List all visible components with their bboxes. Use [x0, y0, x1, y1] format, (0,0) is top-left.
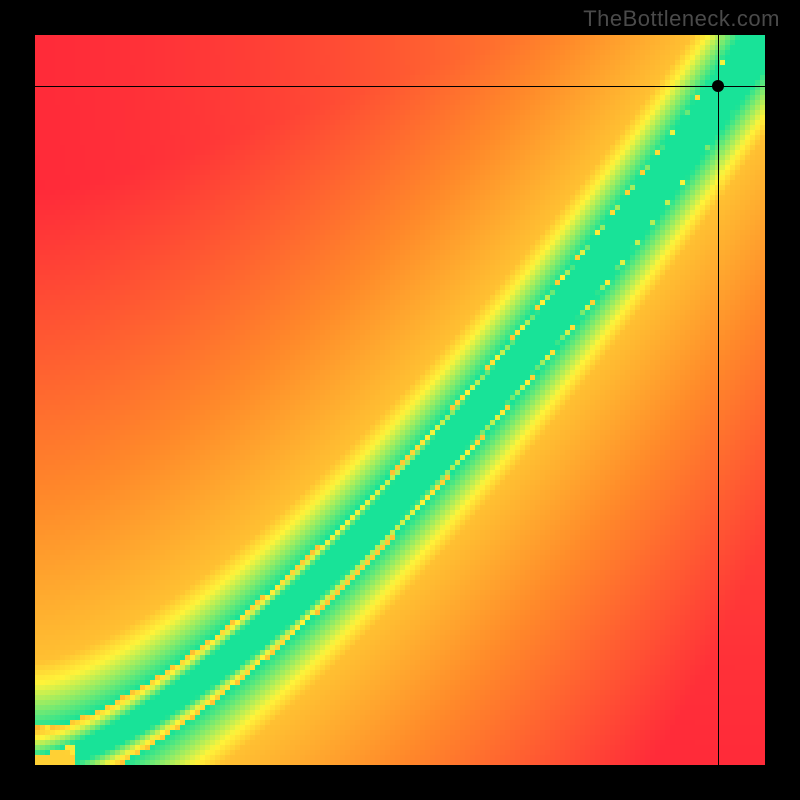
- heatmap-plot: [35, 35, 765, 765]
- crosshair-vertical: [718, 35, 719, 765]
- heatmap-canvas: [35, 35, 765, 765]
- crosshair-horizontal: [35, 86, 765, 87]
- chart-frame: TheBottleneck.com: [0, 0, 800, 800]
- watermark-text: TheBottleneck.com: [583, 6, 780, 32]
- crosshair-marker: [712, 80, 724, 92]
